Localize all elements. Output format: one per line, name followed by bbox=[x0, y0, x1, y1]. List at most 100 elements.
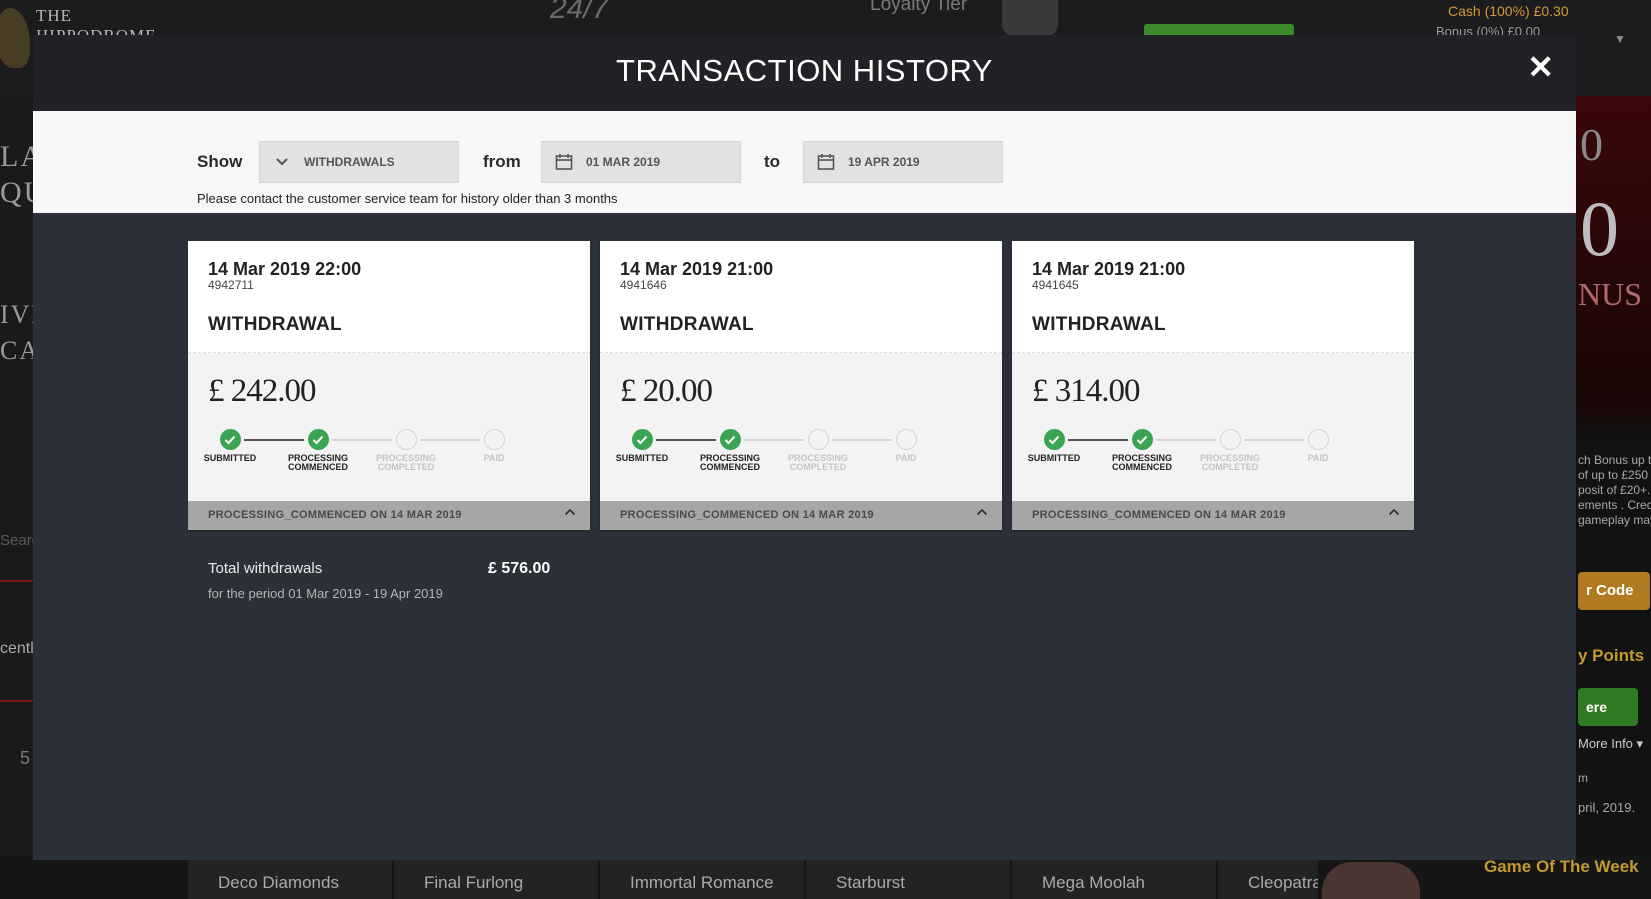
recent-label: centl bbox=[0, 640, 34, 657]
transaction-type: WITHDRAWAL bbox=[208, 314, 342, 335]
promo-terms: posit of £20+. bbox=[1578, 483, 1651, 497]
to-label: to bbox=[764, 152, 781, 171]
check-icon bbox=[631, 429, 653, 450]
check-icon bbox=[1131, 429, 1153, 450]
transaction-id: 4941645 bbox=[1032, 278, 1079, 292]
click-here-button[interactable]: ere bbox=[1578, 688, 1638, 726]
status-bar[interactable]: PROCESSING_COMMENCED ON 14 MAR 2019 bbox=[1012, 501, 1414, 530]
loyalty-points-label: y Points bbox=[1578, 646, 1645, 665]
card-header: 14 Mar 2019 21:00 4941645 WITHDRAWAL bbox=[1012, 241, 1414, 353]
from-date-field[interactable]: 01 MAR 2019 bbox=[541, 141, 741, 183]
promo-date: pril, 2019. bbox=[1578, 800, 1636, 815]
status-step: PROCESSING COMPLETED bbox=[356, 429, 456, 472]
status-bar[interactable]: PROCESSING_COMMENCED ON 14 MAR 2019 bbox=[600, 501, 1002, 530]
game-tab[interactable]: Starburst bbox=[806, 860, 1010, 899]
transaction-amount: £ 20.00 bbox=[620, 373, 713, 409]
account-chevron-icon[interactable]: ▼ bbox=[1614, 32, 1626, 46]
step-label: PROCESSING COMPLETED bbox=[1199, 453, 1260, 472]
transaction-date: 14 Mar 2019 22:00 bbox=[208, 259, 362, 279]
filter-bar: Show WITHDRAWALS from 01 MAR 2019 to 19 … bbox=[33, 111, 1576, 213]
step-label: PAID bbox=[895, 453, 917, 463]
modal-title: TRANSACTION HISTORY bbox=[616, 53, 993, 88]
left-number: 5 bbox=[20, 748, 31, 768]
step-label: PROCESSING COMPLETED bbox=[787, 453, 848, 472]
show-label: Show bbox=[197, 152, 243, 171]
support-label: 24/7 bbox=[550, 0, 609, 25]
promo-big-text: 0 bbox=[1580, 119, 1603, 170]
calendar-icon bbox=[542, 153, 586, 171]
status-step: PAID bbox=[1268, 429, 1368, 463]
chevron-down-icon bbox=[260, 157, 304, 167]
step-label: PAID bbox=[483, 453, 505, 463]
status-text: PROCESSING_COMMENCED ON 14 MAR 2019 bbox=[208, 509, 462, 521]
status-stepper: SUBMITTED PROCESSING COMMENCED PROCESSING CO… bbox=[1028, 429, 1404, 489]
status-step: PROCESSING COMPLETED bbox=[768, 429, 868, 472]
status-step: PROCESSING COMMENCED bbox=[680, 429, 780, 472]
transaction-id: 4941646 bbox=[620, 278, 667, 292]
game-tab[interactable]: Final Furlong bbox=[394, 860, 598, 899]
transaction-card: 14 Mar 2019 21:00 4941646 WITHDRAWAL £ 2… bbox=[600, 241, 1002, 530]
chevron-up-icon[interactable] bbox=[564, 507, 576, 519]
game-tab[interactable]: Mega Moolah bbox=[1012, 860, 1216, 899]
transaction-type-select[interactable]: WITHDRAWALS bbox=[259, 141, 459, 183]
game-tab[interactable]: Cleopatra bbox=[1218, 860, 1318, 899]
status-step: SUBMITTED bbox=[592, 429, 692, 463]
game-tab[interactable]: Deco Diamonds bbox=[188, 860, 392, 899]
card-body: £ 314.00 SUBMITTED PROCESSING COMMENCED PRO… bbox=[1012, 353, 1414, 501]
game-tab[interactable]: Immortal Romance bbox=[600, 860, 804, 899]
step-label: PAID bbox=[1307, 453, 1329, 463]
promo-terms: ch Bonus up to bbox=[1578, 453, 1651, 467]
status-step: PROCESSING COMMENCED bbox=[1092, 429, 1192, 472]
chevron-up-icon[interactable] bbox=[976, 507, 988, 519]
left-banner bbox=[0, 96, 34, 856]
card-body: £ 242.00 SUBMITTED PROCESSING COMMENCED PRO… bbox=[188, 353, 590, 501]
from-date-value: 01 MAR 2019 bbox=[586, 155, 661, 169]
transaction-history-modal: TRANSACTION HISTORY ✕ Show WITHDRAWALS f… bbox=[33, 35, 1576, 860]
card-header: 14 Mar 2019 21:00 4941646 WITHDRAWAL bbox=[600, 241, 1002, 353]
transaction-card: 14 Mar 2019 22:00 4942711 WITHDRAWAL £ 2… bbox=[188, 241, 590, 530]
transaction-date: 14 Mar 2019 21:00 bbox=[620, 259, 774, 279]
to-date-field[interactable]: 19 APR 2019 bbox=[803, 141, 1003, 183]
divider bbox=[0, 580, 34, 582]
transaction-card: 14 Mar 2019 21:00 4941645 WITHDRAWAL £ 3… bbox=[1012, 241, 1414, 530]
more-info-link[interactable]: More Info ▾ bbox=[1578, 736, 1643, 752]
close-icon[interactable]: ✕ bbox=[1527, 49, 1554, 85]
game-bar: Deco Diamonds Final Furlong Immortal Rom… bbox=[188, 860, 1320, 899]
status-bar[interactable]: PROCESSING_COMMENCED ON 14 MAR 2019 bbox=[188, 501, 590, 530]
status-step: PAID bbox=[856, 429, 956, 463]
chevron-up-icon[interactable] bbox=[1388, 507, 1400, 519]
check-icon bbox=[719, 429, 741, 450]
transaction-amount: £ 242.00 bbox=[208, 373, 316, 409]
promo-code-button[interactable]: r Code bbox=[1578, 572, 1650, 610]
pending-dot-icon bbox=[1307, 429, 1329, 450]
knight-icon bbox=[1002, 0, 1058, 40]
from-label: from bbox=[483, 152, 521, 171]
promo-terms: m bbox=[1578, 771, 1588, 785]
logo-line-1: THE bbox=[36, 6, 73, 25]
game-of-week-image bbox=[1322, 862, 1420, 899]
step-label: SUBMITTED bbox=[203, 453, 257, 463]
status-step: PROCESSING COMPLETED bbox=[1180, 429, 1280, 472]
promo-terms: of up to £250 bbox=[1578, 468, 1649, 482]
check-icon bbox=[307, 429, 329, 450]
pending-dot-icon bbox=[1219, 429, 1241, 450]
pending-dot-icon bbox=[395, 429, 417, 450]
promo-bonus-text: NUS bbox=[1578, 276, 1643, 312]
pending-dot-icon bbox=[807, 429, 829, 450]
pending-dot-icon bbox=[483, 429, 505, 450]
total-value: £ 576.00 bbox=[488, 560, 551, 577]
step-label: PROCESSING COMMENCED bbox=[1111, 453, 1172, 472]
status-text: PROCESSING_COMMENCED ON 14 MAR 2019 bbox=[1032, 509, 1286, 521]
modal-header: TRANSACTION HISTORY ✕ bbox=[33, 35, 1576, 111]
game-of-week-label: Game Of The Week bbox=[1484, 857, 1639, 876]
transaction-type: WITHDRAWAL bbox=[620, 314, 754, 335]
transaction-date: 14 Mar 2019 21:00 bbox=[1032, 259, 1186, 279]
divider bbox=[0, 700, 34, 702]
promo-big-text: 0 bbox=[1580, 185, 1619, 272]
transaction-type-value: WITHDRAWALS bbox=[304, 155, 395, 169]
step-label: PROCESSING COMMENCED bbox=[287, 453, 348, 472]
status-step: PROCESSING COMMENCED bbox=[268, 429, 368, 472]
status-step: SUBMITTED bbox=[1004, 429, 1104, 463]
total-period: for the period 01 Mar 2019 - 19 Apr 2019 bbox=[208, 586, 443, 601]
card-body: £ 20.00 SUBMITTED PROCESSING COMMENCED PROC… bbox=[600, 353, 1002, 501]
